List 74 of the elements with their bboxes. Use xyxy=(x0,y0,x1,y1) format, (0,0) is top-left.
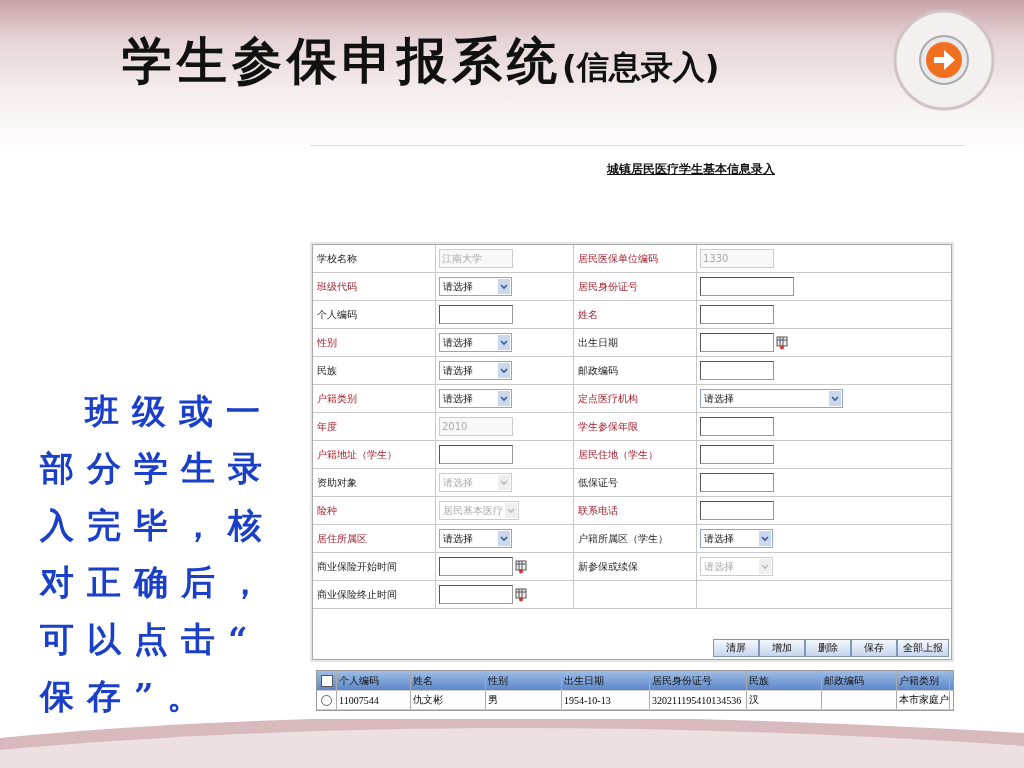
column-header[interactable]: 居民身份证号 xyxy=(650,671,747,690)
text-field[interactable] xyxy=(439,585,513,604)
action-button[interactable]: 清屏 xyxy=(713,639,759,657)
text-field[interactable] xyxy=(700,473,774,492)
select-field[interactable]: 请选择 xyxy=(439,361,512,380)
field-label: 资助对象 xyxy=(313,469,436,496)
field-label: 户籍地址（学生） xyxy=(313,441,436,468)
select-field[interactable]: 请选择 xyxy=(439,333,512,352)
field-label: 学校名称 xyxy=(313,245,436,272)
field-label: 邮政编码 xyxy=(574,357,697,384)
select-field[interactable]: 请选择 xyxy=(700,389,843,408)
text-field[interactable] xyxy=(439,305,513,324)
select-field[interactable]: 请选择 xyxy=(439,389,512,408)
checkbox[interactable] xyxy=(320,674,333,687)
field-label: 居住所属区 xyxy=(313,525,436,552)
field-label: 年度 xyxy=(313,413,436,440)
slide-title: 学生参保申报系统 xyxy=(122,32,562,90)
text-field[interactable] xyxy=(439,445,513,464)
field-label: 商业保险开始时间 xyxy=(313,553,436,580)
field-label: 联系电话 xyxy=(574,497,697,524)
field-label: 新参保或续保 xyxy=(574,553,697,580)
select-field[interactable]: 请选择 xyxy=(439,529,512,548)
field-label: 民族 xyxy=(313,357,436,384)
radio-button[interactable] xyxy=(321,694,332,706)
text-field[interactable] xyxy=(700,417,774,436)
field-label: 出生日期 xyxy=(574,329,697,356)
column-header[interactable]: 户籍类别 xyxy=(897,671,950,690)
action-button[interactable]: 删除 xyxy=(805,639,851,657)
column-header[interactable]: 出生日期 xyxy=(562,671,650,690)
column-header[interactable]: 民族 xyxy=(747,671,822,690)
action-button[interactable]: 增加 xyxy=(759,639,805,657)
calendar-icon[interactable] xyxy=(515,587,527,602)
text-field[interactable] xyxy=(700,361,774,380)
select-field[interactable]: 请选择 xyxy=(700,529,773,548)
field-label: 姓名 xyxy=(574,301,697,328)
calendar-icon[interactable] xyxy=(776,335,788,350)
column-header[interactable]: 姓名 xyxy=(411,671,486,690)
field-label: 户籍所属区（学生） xyxy=(574,525,697,552)
field-label: 居民住地（学生） xyxy=(574,441,697,468)
column-header[interactable]: 邮政编码 xyxy=(822,671,897,690)
field-label: 居民医保单位编码 xyxy=(574,245,697,272)
field-label: 居民身份证号 xyxy=(574,273,697,300)
table-cell: 汉 xyxy=(749,693,759,707)
field-label: 商业保险终止时间 xyxy=(313,581,436,608)
text-field[interactable] xyxy=(700,305,774,324)
next-button[interactable] xyxy=(892,8,996,112)
select-field[interactable]: 请选择 xyxy=(439,277,512,296)
table-cell: 仇文彬 xyxy=(413,693,443,707)
form-title: 城镇居民医疗学生基本信息录入 xyxy=(607,161,775,178)
text-field[interactable] xyxy=(700,277,794,296)
field-label: 险种 xyxy=(313,497,436,524)
text-field[interactable] xyxy=(700,501,774,520)
field-label: 学生参保年限 xyxy=(574,413,697,440)
calendar-icon[interactable] xyxy=(515,559,527,574)
slide-subtitle: (信息录入) xyxy=(562,48,720,86)
action-button[interactable]: 全部上报 xyxy=(897,639,949,657)
table-cell: 320211195410134536 xyxy=(652,694,742,706)
text-field[interactable] xyxy=(700,445,774,464)
text-field[interactable] xyxy=(439,557,513,576)
field-label: 户籍类别 xyxy=(313,385,436,412)
field-label: 性别 xyxy=(313,329,436,356)
field-label: 定点医疗机构 xyxy=(574,385,697,412)
column-header[interactable]: 性别 xyxy=(486,671,562,690)
table-cell: 本市家庭户 xyxy=(899,693,949,707)
field-label: 个人编码 xyxy=(313,301,436,328)
field-label: 低保证号 xyxy=(574,469,697,496)
action-button[interactable]: 保存 xyxy=(851,639,897,657)
table-cell: 1954-10-13 xyxy=(564,694,611,706)
text-field[interactable] xyxy=(700,333,774,352)
column-header[interactable]: 个人编码 xyxy=(337,671,411,690)
table-cell: 11007544 xyxy=(339,694,379,706)
field-label: 班级代码 xyxy=(313,273,436,300)
instruction-text: 班级或一部分学生录入完毕，核对正确后，可以点击“保存”。 xyxy=(40,390,276,718)
table-cell: 男 xyxy=(488,693,498,707)
